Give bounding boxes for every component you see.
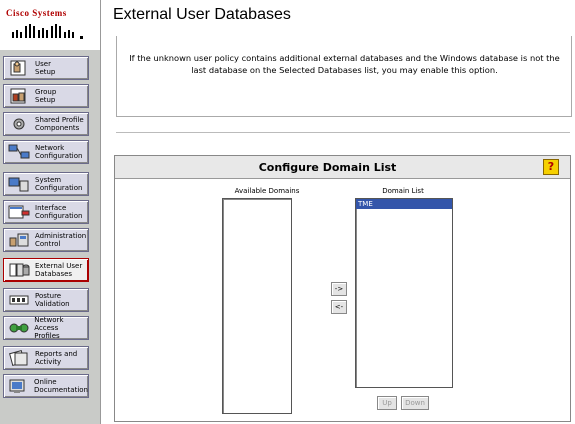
sidebar-item-label: Network Access Profiles	[34, 316, 64, 340]
sidebar-item-network-configuration[interactable]: Network Configuration	[3, 140, 89, 164]
reports-icon	[7, 349, 31, 367]
cisco-logo: Cisco Systems	[0, 0, 100, 50]
group-setup-icon	[7, 87, 31, 105]
network-access-profiles-icon	[7, 319, 30, 337]
sidebar-item-label: Network Configuration	[35, 144, 83, 160]
sidebar-item-network-access-profiles[interactable]: Network Access Profiles	[3, 316, 89, 340]
help-icon[interactable]: ?	[543, 159, 559, 175]
panel-header: Configure Domain List ?	[115, 156, 570, 179]
network-config-icon	[7, 143, 31, 161]
navigation-sidebar: Cisco Systems User Setup Group Setup Sha…	[0, 0, 101, 424]
sidebar-item-label: Online Documentation	[34, 378, 88, 394]
interface-config-icon	[7, 203, 31, 221]
brand-name: Cisco Systems	[6, 8, 67, 18]
admin-control-icon	[7, 231, 31, 249]
sidebar-item-label: Shared Profile Components	[35, 116, 84, 132]
sidebar-item-label: Group Setup	[35, 88, 57, 104]
sidebar-item-label: System Configuration	[35, 176, 83, 192]
documentation-icon	[7, 377, 30, 395]
sidebar-item-label: Posture Validation	[35, 292, 70, 308]
configure-domain-list-panel: Configure Domain List ? Available Domain…	[114, 155, 571, 422]
domain-list-label: Domain List	[382, 187, 424, 195]
down-button[interactable]: Down	[401, 396, 429, 410]
panel-title: Configure Domain List	[258, 161, 397, 174]
sidebar-item-label: Reports and Activity	[35, 350, 78, 366]
sidebar-item-reports-and-activity[interactable]: Reports and Activity	[3, 346, 89, 370]
sidebar-item-label: User Setup	[35, 60, 56, 76]
sidebar-item-external-user-databases[interactable]: External User Databases	[3, 258, 89, 282]
sidebar-item-user-setup[interactable]: User Setup	[3, 56, 89, 80]
sidebar-item-interface-configuration[interactable]: Interface Configuration	[3, 200, 89, 224]
move-left-button[interactable]: <-	[331, 300, 347, 314]
sidebar-item-online-documentation[interactable]: Online Documentation	[3, 374, 89, 398]
cisco-bridge-icon	[12, 24, 83, 39]
available-domains-label: Available Domains	[234, 187, 300, 195]
move-right-button[interactable]: ->	[331, 282, 347, 296]
external-db-icon	[7, 261, 31, 279]
list-item[interactable]: TME	[356, 199, 452, 209]
info-text: If the unknown user policy contains addi…	[129, 53, 560, 75]
shared-profile-icon	[7, 115, 31, 133]
sidebar-item-label: External User Databases	[35, 262, 83, 278]
up-button[interactable]: Up	[377, 396, 397, 410]
info-box: If the unknown user policy contains addi…	[116, 36, 572, 117]
page-title: External User Databases	[113, 6, 291, 23]
sidebar-item-shared-profile-components[interactable]: Shared Profile Components	[3, 112, 89, 136]
divider	[116, 132, 570, 133]
sidebar-item-group-setup[interactable]: Group Setup	[3, 84, 89, 108]
sidebar-item-label: Interface Configuration	[35, 204, 83, 220]
sidebar-item-label: Administration Control	[35, 232, 87, 248]
available-domains-listbox[interactable]	[222, 198, 292, 414]
sidebar-item-administration-control[interactable]: Administration Control	[3, 228, 89, 252]
sidebar-item-system-configuration[interactable]: System Configuration	[3, 172, 89, 196]
domain-list-listbox[interactable]: TME	[355, 198, 453, 388]
posture-validation-icon	[7, 291, 31, 309]
user-setup-icon	[7, 59, 31, 77]
system-config-icon	[7, 175, 31, 193]
sidebar-item-posture-validation[interactable]: Posture Validation	[3, 288, 89, 312]
